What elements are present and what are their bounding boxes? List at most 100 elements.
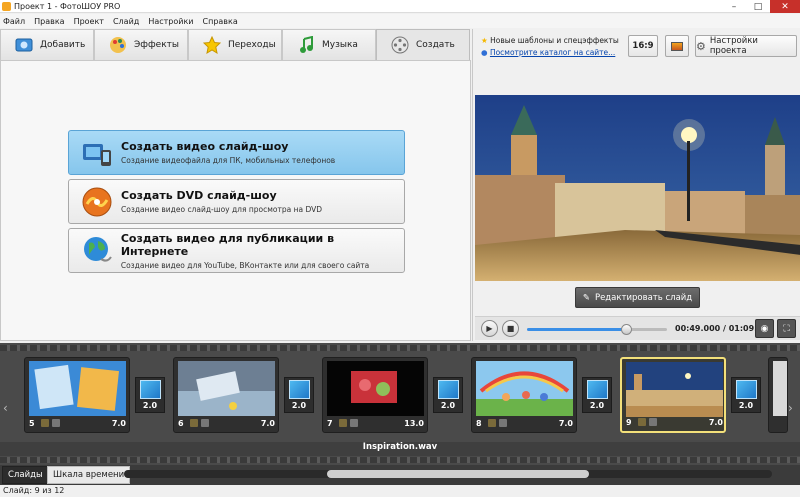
gear-icon: ⚙ xyxy=(696,39,706,53)
music-note-icon xyxy=(296,35,316,55)
sound-icon[interactable] xyxy=(201,419,209,427)
edit-slide-icon[interactable] xyxy=(488,419,496,427)
transition-duration: 2.0 xyxy=(589,401,605,410)
tab-add-label: Добавить xyxy=(40,40,86,50)
stop-icon: ■ xyxy=(506,324,515,333)
camera-icon: ◉ xyxy=(760,323,769,334)
tab-music[interactable]: Музыка xyxy=(282,29,376,60)
sound-icon[interactable] xyxy=(649,418,657,426)
video-devices-icon xyxy=(79,135,115,171)
transition-card[interactable]: 2.0 xyxy=(284,377,314,413)
menu-file[interactable]: Файл xyxy=(3,17,25,26)
slide-thumbnail xyxy=(476,361,573,416)
audio-track-name: Inspiration.wav xyxy=(362,442,438,452)
dvd-disc-icon xyxy=(79,184,115,220)
transition-card[interactable]: 2.0 xyxy=(433,377,463,413)
tab-effects-label: Эффекты xyxy=(134,40,179,50)
slide-card[interactable]: 8 7.0 xyxy=(471,357,577,433)
snapshot-button[interactable]: ◉ xyxy=(755,319,774,338)
tab-create[interactable]: Создать xyxy=(376,29,470,60)
tab-music-label: Музыка xyxy=(322,40,358,50)
background-color-button[interactable] xyxy=(665,35,689,57)
catalog-link[interactable]: Посмотрите каталог на сайте... xyxy=(490,48,615,57)
slide-card[interactable]: 5 7.0 xyxy=(24,357,130,433)
scroll-right-icon[interactable]: › xyxy=(788,401,793,415)
transition-duration: 2.0 xyxy=(738,401,754,410)
new-templates-star-icon: ★ xyxy=(481,36,488,45)
transition-icon xyxy=(438,380,459,399)
slide-number: 8 xyxy=(476,418,482,428)
slide-number: 5 xyxy=(29,418,35,428)
slide-duration: 13.0 xyxy=(404,418,424,428)
create-video-option[interactable]: Создать видео слайд-шоу Создание видеофа… xyxy=(68,130,405,175)
tab-add[interactable]: Добавить xyxy=(0,29,94,60)
playback-progress[interactable] xyxy=(527,328,626,331)
sound-icon[interactable] xyxy=(52,419,60,427)
maximize-button[interactable]: □ xyxy=(746,0,770,13)
app-window: Проект 1 - ФотоШОУ PRO – □ ✕ Файл Правка… xyxy=(0,0,800,497)
window-title: Проект 1 - ФотоШОУ PRO xyxy=(14,1,121,11)
create-web-option[interactable]: Создать видео для публикации в Интернете… xyxy=(68,228,405,273)
create-dvd-option[interactable]: Создать DVD слайд-шоу Создание видео сла… xyxy=(68,179,405,224)
edit-slide-icon[interactable] xyxy=(339,419,347,427)
timeline-scrollbar-thumb[interactable] xyxy=(327,470,589,478)
fullscreen-button[interactable]: ⛶ xyxy=(777,319,796,338)
menu-help[interactable]: Справка xyxy=(203,17,238,26)
create-video-desc: Создание видеофайла для ПК, мобильных те… xyxy=(121,156,336,165)
transition-icon xyxy=(140,380,161,399)
slide-card[interactable]: 6 7.0 xyxy=(173,357,279,433)
star-icon xyxy=(202,35,222,55)
transition-card[interactable]: 2.0 xyxy=(582,377,612,413)
transition-duration: 2.0 xyxy=(440,401,456,410)
color-swatch-icon xyxy=(671,41,683,51)
menu-settings[interactable]: Настройки xyxy=(148,17,193,26)
edit-slide-label: Редактировать слайд xyxy=(594,292,693,303)
minimize-button[interactable]: – xyxy=(722,0,746,13)
slide-card-current[interactable]: 9 7.0 xyxy=(620,357,726,433)
transition-icon xyxy=(289,380,310,399)
info-icon: ● xyxy=(481,48,488,57)
project-settings-button[interactable]: ⚙ Настройки проекта xyxy=(695,35,797,57)
aspect-ratio-button[interactable]: 16:9 xyxy=(628,35,658,57)
playback-slider-handle[interactable] xyxy=(621,324,632,335)
film-reel-icon xyxy=(390,35,410,55)
play-icon: ▶ xyxy=(486,324,493,333)
sound-icon[interactable] xyxy=(499,419,507,427)
edit-slide-button[interactable]: ✎ Редактировать слайд xyxy=(575,287,700,308)
slide-duration: 7.0 xyxy=(708,417,723,427)
edit-slide-icon[interactable] xyxy=(190,419,198,427)
slide-card[interactable]: 7 13.0 xyxy=(322,357,428,433)
menu-project[interactable]: Проект xyxy=(74,17,104,26)
transition-icon xyxy=(736,380,757,399)
close-button[interactable]: ✕ xyxy=(770,0,800,13)
slide-number: 6 xyxy=(178,418,184,428)
play-button[interactable]: ▶ xyxy=(481,320,498,337)
title-bar: Проект 1 - ФотоШОУ PRO – □ ✕ xyxy=(0,0,800,13)
tab-timeline-view[interactable]: Шкала времени xyxy=(47,466,131,484)
tab-effects[interactable]: Эффекты xyxy=(94,29,188,60)
film-sprocket-top xyxy=(0,345,800,351)
tab-transitions[interactable]: Переходы xyxy=(188,29,282,60)
view-tabs: Слайды Шкала времени xyxy=(0,465,800,485)
effects-palette-icon xyxy=(108,35,128,55)
slide-preview-image xyxy=(475,95,800,281)
menu-slide[interactable]: Слайд xyxy=(113,17,139,26)
tab-slides-view[interactable]: Слайды xyxy=(2,466,49,484)
menu-edit[interactable]: Правка xyxy=(34,17,64,26)
create-panel: Создать видео слайд-шоу Создание видеофа… xyxy=(0,60,471,341)
status-bar: Слайд: 9 из 12 xyxy=(0,485,800,497)
transition-card[interactable]: 2.0 xyxy=(731,377,761,413)
stop-button[interactable]: ■ xyxy=(502,320,519,337)
edit-slide-icon[interactable] xyxy=(41,419,49,427)
transition-card[interactable]: 2.0 xyxy=(135,377,165,413)
audio-track[interactable]: Inspiration.wav xyxy=(0,442,800,456)
player-controls: ▶ ■ 00:49.000 / 01:09.000 ◉ ⛶ xyxy=(475,316,800,340)
playback-remaining xyxy=(626,328,667,331)
transition-duration: 2.0 xyxy=(291,401,307,410)
sound-icon[interactable] xyxy=(350,419,358,427)
slide-thumbnail xyxy=(178,361,275,416)
film-sprocket-bottom xyxy=(0,457,800,463)
scroll-left-icon[interactable]: ‹ xyxy=(3,401,8,415)
slide-card-partial[interactable] xyxy=(768,357,788,433)
edit-slide-icon[interactable] xyxy=(638,418,646,426)
